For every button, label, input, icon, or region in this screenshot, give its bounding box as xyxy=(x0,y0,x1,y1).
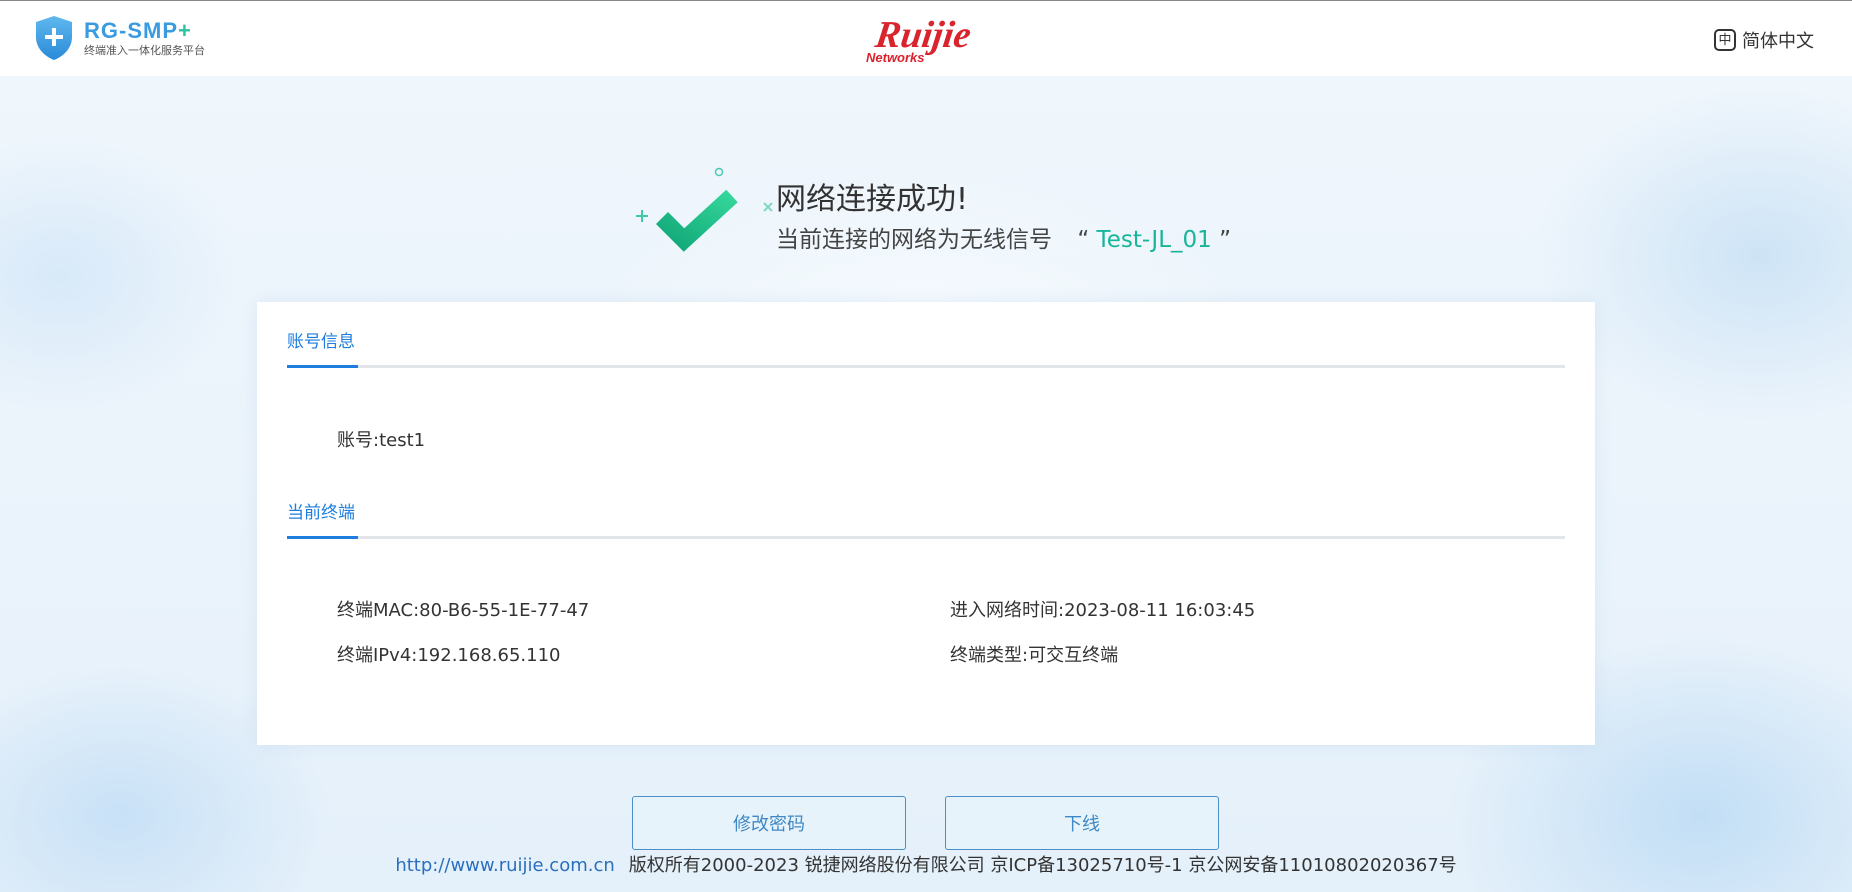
success-subtitle: 当前连接的网络为无线信号 “ Test-JL_01 ” xyxy=(776,224,1231,256)
change-password-button[interactable]: 修改密码 xyxy=(632,796,906,850)
language-switch[interactable]: 中 简体中文 xyxy=(1714,27,1814,53)
success-check-icon xyxy=(636,167,773,252)
top-header: RG-SMP+ 终端准入一体化服务平台 Ruijie Networks 中 简体… xyxy=(0,0,1852,76)
terminal-ipv4: 终端IPv4:192.168.65.110 xyxy=(337,645,561,666)
tab-current-terminal[interactable]: 当前终端 xyxy=(287,501,355,525)
shield-plus-icon xyxy=(36,16,72,60)
tab-active-indicator xyxy=(287,536,358,539)
subtitle-prefix: 当前连接的网络为无线信号 xyxy=(776,227,1052,253)
join-time: 进入网络时间:2023-08-11 16:03:45 xyxy=(950,600,1256,621)
brand-logo: RG-SMP+ 终端准入一体化服务平台 xyxy=(34,15,205,61)
footer: http://www.ruijie.com.cn 版权所有2000-2023 锐捷… xyxy=(0,853,1852,879)
terminal-type: 终端类型:可交互终端 xyxy=(950,645,1119,666)
chinese-lang-icon: 中 xyxy=(1714,29,1736,51)
terminal-mac: 终端MAC:80-B6-55-1E-77-47 xyxy=(337,600,590,621)
quote-close: ” xyxy=(1219,227,1232,253)
ruijie-website-link[interactable]: http://www.ruijie.com.cn xyxy=(395,855,614,876)
brand-subtitle: 终端准入一体化服务平台 xyxy=(84,43,205,57)
ruijie-logo-subtext: Networks xyxy=(866,50,925,65)
copyright-text: 版权所有2000-2023 锐捷网络股份有限公司 京ICP备13025710号-… xyxy=(628,855,1457,876)
logout-button[interactable]: 下线 xyxy=(945,796,1219,850)
tab-active-indicator xyxy=(287,365,358,368)
ruijie-logo: Ruijie Networks xyxy=(866,15,974,65)
tab-divider xyxy=(287,536,1565,539)
ssid-name: Test-JL_01 xyxy=(1096,227,1212,253)
tab-account-info[interactable]: 账号信息 xyxy=(287,330,355,354)
info-card: 账号信息 账号:test1 当前终端 终端MAC:80-B6-55-1E-77-… xyxy=(257,302,1595,745)
brand-name: RG-SMP+ xyxy=(84,17,192,43)
success-title: 网络连接成功! xyxy=(776,182,969,217)
language-label: 简体中文 xyxy=(1742,31,1814,52)
account-value: 账号:test1 xyxy=(337,430,426,451)
quote-open: “ xyxy=(1077,227,1090,253)
tab-divider xyxy=(287,365,1565,368)
